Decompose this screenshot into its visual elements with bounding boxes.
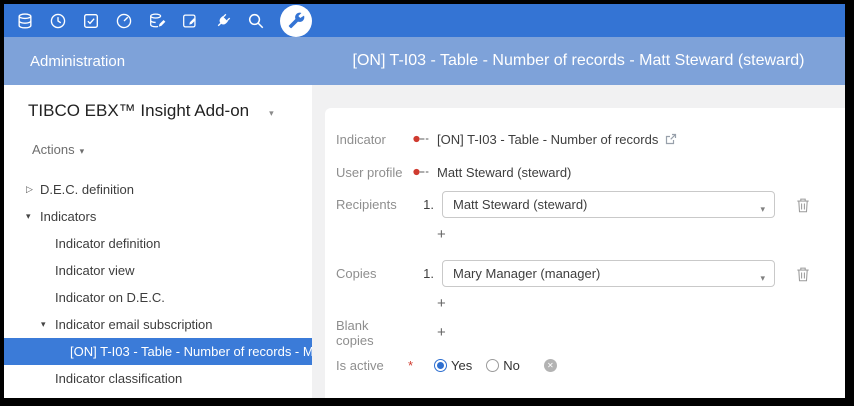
field-value: Matt Steward (steward) xyxy=(437,165,571,180)
wrench-icon[interactable] xyxy=(280,5,312,37)
radio-no[interactable]: No xyxy=(486,358,520,373)
chevron-down-icon xyxy=(269,101,274,121)
sidebar-item-indicator-on-dec[interactable]: Indicator on D.E.C. xyxy=(4,284,312,311)
sidebar-item-selected-subscription[interactable]: [ON] T-I03 - Table - Number of records -… xyxy=(4,338,312,365)
foreign-key-icon xyxy=(413,135,429,143)
external-link-icon[interactable] xyxy=(665,133,677,145)
chevron-right-icon[interactable] xyxy=(26,184,40,195)
sidebar-item-indicator-email-subscription[interactable]: Indicator email subscription xyxy=(4,311,312,338)
delete-copy-button[interactable] xyxy=(796,266,810,282)
database-edit-icon[interactable] xyxy=(148,12,166,30)
actions-menu-button[interactable]: Actions xyxy=(32,141,312,157)
sidebar-item-indicator-definition[interactable]: Indicator definition xyxy=(4,230,312,257)
ebx-application-window: Administration [ON] T-I03 - Table - Numb… xyxy=(4,4,845,398)
sidebar: TIBCO EBX™ Insight Add-on Actions D.E.C.… xyxy=(4,85,312,398)
sidebar-item-indicators[interactable]: Indicators xyxy=(4,203,312,230)
chevron-down-icon xyxy=(760,269,765,284)
field-label: Copies xyxy=(336,266,408,281)
add-blank-copy-button[interactable]: + xyxy=(437,325,446,341)
radio-yes[interactable]: Yes xyxy=(434,358,472,373)
field-recipients: Recipients 1. Matt Steward (steward) xyxy=(336,191,845,218)
field-copies: Copies 1. Mary Manager (manager) xyxy=(336,260,845,287)
sidebar-item-dec-definition[interactable]: D.E.C. definition xyxy=(4,176,312,203)
chevron-down-icon xyxy=(80,142,85,157)
record-form-panel: Indicator [ON] T-I03 - Table - Number of… xyxy=(325,108,845,398)
field-user-profile: User profile Matt Steward (steward) xyxy=(336,163,845,181)
main-content: Indicator [ON] T-I03 - Table - Number of… xyxy=(312,85,845,398)
page-header: Administration [ON] T-I03 - Table - Numb… xyxy=(4,37,845,85)
top-toolbar xyxy=(4,4,845,37)
chevron-down-icon xyxy=(760,200,765,215)
sidebar-item-indicator-view[interactable]: Indicator view xyxy=(4,257,312,284)
search-icon[interactable] xyxy=(247,12,265,30)
is-active-radio-group: Yes No xyxy=(434,358,520,373)
field-label: Indicator xyxy=(336,132,408,147)
radio-dot-icon xyxy=(434,359,447,372)
recipients-select[interactable]: Matt Steward (steward) xyxy=(442,191,775,218)
dataset-title[interactable]: TIBCO EBX™ Insight Add-on xyxy=(28,101,312,121)
field-label: User profile xyxy=(336,165,408,180)
foreign-key-icon xyxy=(413,168,429,176)
list-index: 1. xyxy=(408,197,434,212)
clear-value-icon[interactable] xyxy=(544,359,557,372)
navigation-tree: D.E.C. definition Indicators Indicator d… xyxy=(4,176,312,392)
add-copy-button[interactable]: + xyxy=(437,296,446,312)
database-icon[interactable] xyxy=(16,12,34,30)
field-label: Recipients xyxy=(336,197,408,212)
field-label: Is active xyxy=(336,358,408,373)
screenshot-frame: Administration [ON] T-I03 - Table - Numb… xyxy=(0,0,854,406)
field-indicator: Indicator [ON] T-I03 - Table - Number of… xyxy=(336,130,845,148)
required-marker: * xyxy=(408,358,434,373)
field-blank-copies: Blank copies + xyxy=(336,324,845,342)
field-is-active: Is active * Yes No xyxy=(336,358,845,373)
radio-dot-icon xyxy=(486,359,499,372)
field-label: Blank copies xyxy=(336,318,408,348)
section-title: Administration xyxy=(4,53,312,70)
gauge-icon[interactable] xyxy=(115,12,133,30)
delete-recipient-button[interactable] xyxy=(796,197,810,213)
field-value: [ON] T-I03 - Table - Number of records xyxy=(437,132,658,147)
plug-icon[interactable] xyxy=(214,12,232,30)
copies-select[interactable]: Mary Manager (manager) xyxy=(442,260,775,287)
record-title: [ON] T-I03 - Table - Number of records -… xyxy=(312,52,845,70)
add-recipient-button[interactable]: + xyxy=(437,227,446,243)
checklist-icon[interactable] xyxy=(82,12,100,30)
chevron-down-icon[interactable] xyxy=(41,319,55,330)
chevron-down-icon[interactable] xyxy=(26,211,40,222)
clock-icon[interactable] xyxy=(49,12,67,30)
add-recipient-row: + xyxy=(336,227,845,243)
list-index: 1. xyxy=(408,266,434,281)
sidebar-item-indicator-classification[interactable]: Indicator classification xyxy=(4,365,312,392)
add-copy-row: + xyxy=(336,296,845,312)
form-edit-icon[interactable] xyxy=(181,12,199,30)
